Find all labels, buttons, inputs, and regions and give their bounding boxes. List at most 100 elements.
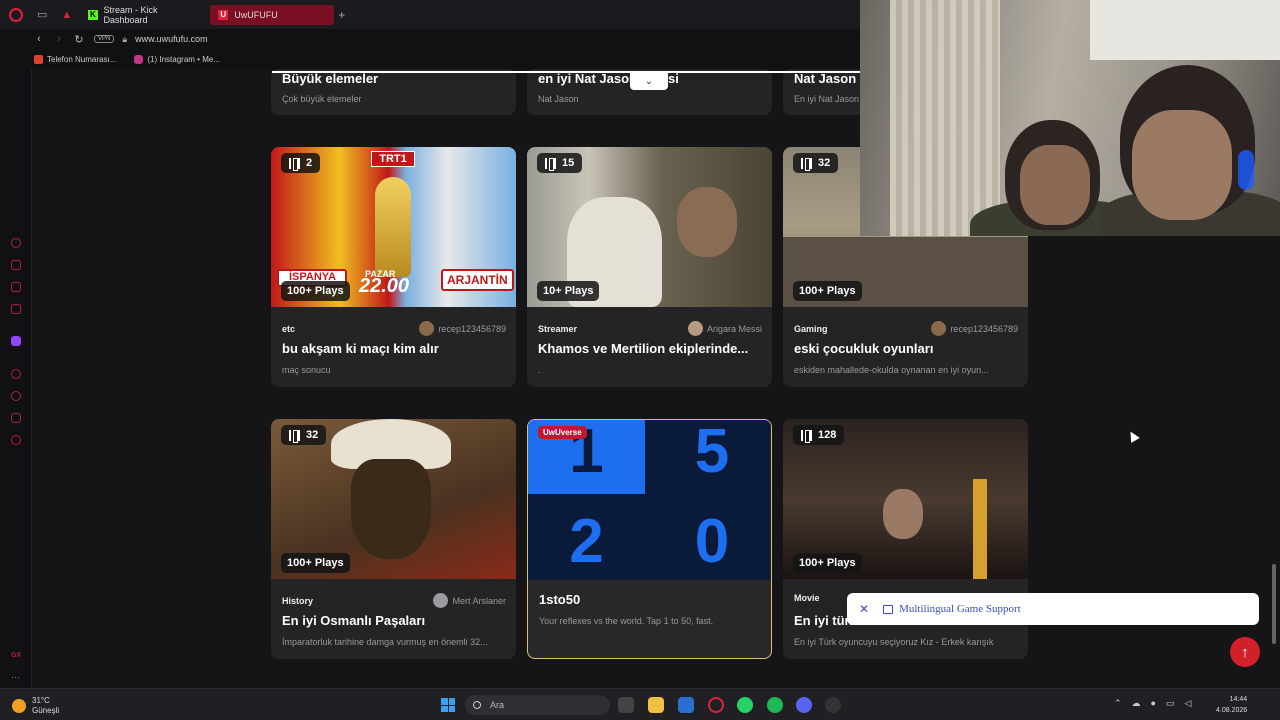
game-card[interactable]: TRT1 PAZAR 22.00 ARJANTİN İSPANYA 2 100+… xyxy=(271,147,516,387)
card-desc: Çok büyük elemeler xyxy=(282,94,362,104)
tab-uwufufu[interactable]: U UwUFUFU xyxy=(210,4,335,25)
world-cup-trophy xyxy=(375,177,411,277)
gmail-icon xyxy=(34,54,43,64)
obs-icon[interactable] xyxy=(825,697,841,713)
file-explorer-icon[interactable] xyxy=(648,697,664,713)
card-desc: En iyi Nat Jason xyxy=(794,94,860,104)
vpn-badge[interactable]: VPN xyxy=(94,35,115,43)
gx-icon[interactable]: GX xyxy=(11,652,21,662)
game-card-featured[interactable]: 1 5 2 0 UwUverse 1sto50 Your reflexes vs… xyxy=(527,419,772,659)
volume-icon[interactable]: ◁ xyxy=(1185,698,1192,709)
cards-icon xyxy=(801,157,812,171)
plays-badge: 100+ Plays xyxy=(793,553,862,573)
pinboard-icon[interactable] xyxy=(11,413,21,423)
avatar xyxy=(687,321,703,336)
author-name: recep123456789 xyxy=(438,323,506,334)
workspaces-icon[interactable]: ▭ xyxy=(37,8,47,21)
more-icon[interactable]: ··· xyxy=(11,672,21,682)
cards-icon xyxy=(545,157,556,171)
card-meta: History Mert Arslaner xyxy=(282,593,506,608)
card-author[interactable]: recep123456789 xyxy=(419,321,506,336)
back-icon[interactable]: ‹ xyxy=(34,33,44,45)
card-desc: maç sonucu xyxy=(282,365,331,375)
store-icon[interactable] xyxy=(678,697,694,713)
bookmark-label: Telefon Numarası... xyxy=(47,54,117,64)
warning-icon[interactable]: ▲ xyxy=(61,9,72,21)
card-title: Büyük elemeler xyxy=(282,71,379,86)
card-category: etc xyxy=(282,323,296,334)
whatsapp-icon[interactable] xyxy=(737,697,753,713)
bookmark-instagram[interactable]: (1) Instagram • Me... xyxy=(134,54,220,64)
person-face xyxy=(1132,110,1232,220)
reload-icon[interactable]: ↻ xyxy=(74,33,84,46)
page-scrollbar[interactable] xyxy=(1272,564,1276,644)
mouse-cursor xyxy=(1126,429,1140,443)
weather-widget[interactable]: 31°C Güneşli xyxy=(12,696,59,716)
lock-icon[interactable]: 🔒︎ xyxy=(122,34,127,45)
screen: ▭ ▲ K Stream - Kick Dashboard U UwUFUFU … xyxy=(0,0,1280,720)
crypto-wallet-icon[interactable] xyxy=(11,260,21,270)
weather-temp: 31°C xyxy=(32,696,50,705)
bookmark-telefon[interactable]: Telefon Numarası... xyxy=(34,54,117,64)
new-tab-icon[interactable]: + xyxy=(338,8,345,22)
player-icon[interactable] xyxy=(11,369,21,379)
tab-label: Stream - Kick Dashboard xyxy=(103,4,158,25)
card-desc: En iyi Türk oyuncuyu seçiyoruz Kız - Erk… xyxy=(794,637,994,647)
opera-logo-icon[interactable] xyxy=(9,7,23,22)
card-desc: İmparatorluk tarihine damga vurmuş en ön… xyxy=(282,637,488,647)
game-card[interactable]: 32 100+ Plays History Mert Arslaner En i… xyxy=(271,419,516,659)
taskbar-search[interactable]: Ara xyxy=(465,695,610,715)
close-icon[interactable]: ✕ xyxy=(859,602,869,617)
person-face xyxy=(883,489,923,539)
forward-icon[interactable]: › xyxy=(54,33,64,45)
taskbar-clock[interactable]: 14:44 4.08.2026 xyxy=(1216,694,1247,716)
cards-icon xyxy=(289,429,300,443)
card-author[interactable]: recep123456789 xyxy=(931,321,1018,336)
collapse-chevron-icon[interactable]: ⌄ xyxy=(630,72,668,90)
choice-count-badge: 15 xyxy=(537,153,583,173)
card-title: eski çocukluk oyunları xyxy=(794,341,934,356)
card-author[interactable]: Angara Messi xyxy=(687,321,762,336)
windows-start-icon[interactable] xyxy=(441,698,455,712)
card-title: Khamos ve Mertilion ekiplerinde... xyxy=(538,341,749,356)
mic-icon[interactable]: ● xyxy=(1151,698,1156,709)
multilingual-notice[interactable]: ✕ Multilingual Game Support xyxy=(847,593,1259,625)
url-field[interactable]: www.uwufufu.com xyxy=(135,34,208,44)
scroll-to-top-button[interactable]: ↑ xyxy=(1230,637,1260,667)
task-view-icon[interactable] xyxy=(618,697,634,713)
card-category: Streamer xyxy=(538,323,578,334)
card-desc: Your reflexes vs the world. Tap 1 to 50,… xyxy=(539,616,714,626)
game-card[interactable]: Büyük elemeler Çok büyük elemeler xyxy=(271,69,516,115)
bookmark-label: (1) Instagram • Me... xyxy=(147,54,220,64)
history-icon[interactable] xyxy=(11,391,21,401)
choice-count: 32 xyxy=(306,429,319,441)
messenger-icon[interactable] xyxy=(11,282,21,292)
twitch-icon[interactable] xyxy=(11,336,21,346)
tab-kick-dashboard[interactable]: K Stream - Kick Dashboard xyxy=(80,5,204,25)
curtain xyxy=(890,0,1000,236)
avatar xyxy=(931,321,947,336)
choice-count-badge: 2 xyxy=(281,153,321,173)
aria-icon[interactable] xyxy=(11,238,21,248)
chevron-up-icon[interactable]: ⌃ xyxy=(1114,698,1122,709)
author-name: Angara Messi xyxy=(706,323,762,334)
music-icon[interactable] xyxy=(11,304,21,314)
card-author[interactable]: Mert Arslaner xyxy=(433,593,506,608)
settings-icon[interactable] xyxy=(11,435,21,445)
network-icon[interactable]: ▭ xyxy=(1166,698,1175,709)
discord-icon[interactable] xyxy=(796,697,812,713)
headset xyxy=(1238,150,1254,190)
search-icon xyxy=(473,701,481,709)
plays-badge: 100+ Plays xyxy=(793,281,862,301)
cards-icon xyxy=(801,429,812,443)
cloud-icon[interactable]: ☁ xyxy=(1132,698,1141,709)
weather-text: 31°C Güneşli xyxy=(32,696,59,716)
grid-line-v xyxy=(645,420,653,580)
grid-number: 0 xyxy=(653,502,771,580)
author-name: Mert Arslaner xyxy=(452,595,506,606)
spotify-icon[interactable] xyxy=(767,697,783,713)
plays-badge: 10+ Plays xyxy=(537,281,600,301)
game-card[interactable]: 15 10+ Plays Streamer Angara Messi Khamo… xyxy=(527,147,772,387)
opera-gx-icon[interactable] xyxy=(708,697,724,713)
card-meta: Streamer Angara Messi xyxy=(538,321,762,336)
